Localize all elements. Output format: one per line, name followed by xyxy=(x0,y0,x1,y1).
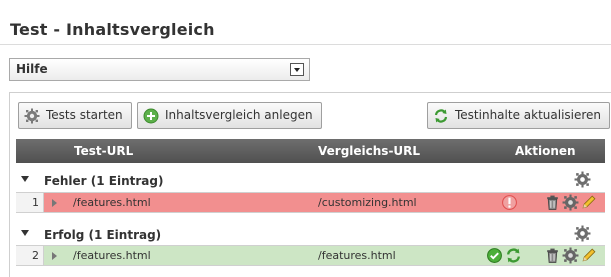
start-tests-label: Tests starten xyxy=(46,108,123,122)
compare-url-cell: /features.html xyxy=(318,249,396,262)
title-divider xyxy=(0,44,611,45)
table-row[interactable]: 1 /features.html /customizing.html xyxy=(16,192,605,213)
expand-arrow-icon[interactable] xyxy=(52,199,57,207)
gear-icon xyxy=(24,108,40,124)
pencil-icon[interactable] xyxy=(580,194,597,211)
test-url-cell: /features.html xyxy=(73,196,151,209)
test-url-cell: /features.html xyxy=(73,249,151,262)
pencil-icon[interactable] xyxy=(580,247,597,264)
page-title: Test - Inhaltsvergleich xyxy=(10,20,215,39)
row-number: 2 xyxy=(16,246,44,265)
create-comparison-label: Inhaltsvergleich anlegen xyxy=(165,108,313,122)
refresh-icon xyxy=(433,108,449,124)
column-header-actions: Aktionen xyxy=(515,144,576,158)
row-actions xyxy=(501,194,605,212)
help-select-value: Hilfe xyxy=(16,62,48,76)
chevron-down-icon[interactable] xyxy=(290,63,304,76)
gear-icon[interactable] xyxy=(562,247,579,264)
create-comparison-button[interactable]: Inhaltsvergleich anlegen xyxy=(137,102,322,129)
collapse-triangle-icon[interactable] xyxy=(21,176,29,182)
gear-icon[interactable] xyxy=(574,171,591,191)
update-contents-label: Testinhalte aktualisieren xyxy=(455,108,602,122)
group-label: Erfolg (1 Eintrag) xyxy=(44,228,162,242)
gear-icon[interactable] xyxy=(562,194,579,211)
column-header-compare-url[interactable]: Vergleichs-URL xyxy=(318,144,420,158)
column-header-test-url[interactable]: Test-URL xyxy=(74,144,133,158)
collapse-triangle-icon[interactable] xyxy=(21,230,29,236)
warning-icon xyxy=(501,194,518,211)
row-number: 1 xyxy=(16,193,44,212)
trash-icon[interactable] xyxy=(544,194,561,211)
start-tests-button[interactable]: Tests starten xyxy=(18,102,132,129)
group-header-success[interactable]: Erfolg (1 Eintrag) xyxy=(16,224,605,246)
table-row[interactable]: 2 /features.html /features.html xyxy=(16,245,605,266)
group-header-error[interactable]: Fehler (1 Eintrag) xyxy=(16,170,605,192)
compare-url-cell: /customizing.html xyxy=(318,196,417,209)
table-header: Test-URL Vergleichs-URL Aktionen xyxy=(16,139,605,163)
group-label: Fehler (1 Eintrag) xyxy=(44,174,164,188)
expand-arrow-icon[interactable] xyxy=(52,252,57,260)
plus-circle-icon xyxy=(143,108,159,124)
update-contents-button[interactable]: Testinhalte aktualisieren xyxy=(427,102,611,129)
refresh-icon[interactable] xyxy=(505,247,522,264)
check-icon xyxy=(486,247,503,264)
help-select[interactable]: Hilfe xyxy=(9,58,310,81)
trash-icon[interactable] xyxy=(544,247,561,264)
row-actions xyxy=(486,247,605,265)
gear-icon[interactable] xyxy=(574,225,591,245)
